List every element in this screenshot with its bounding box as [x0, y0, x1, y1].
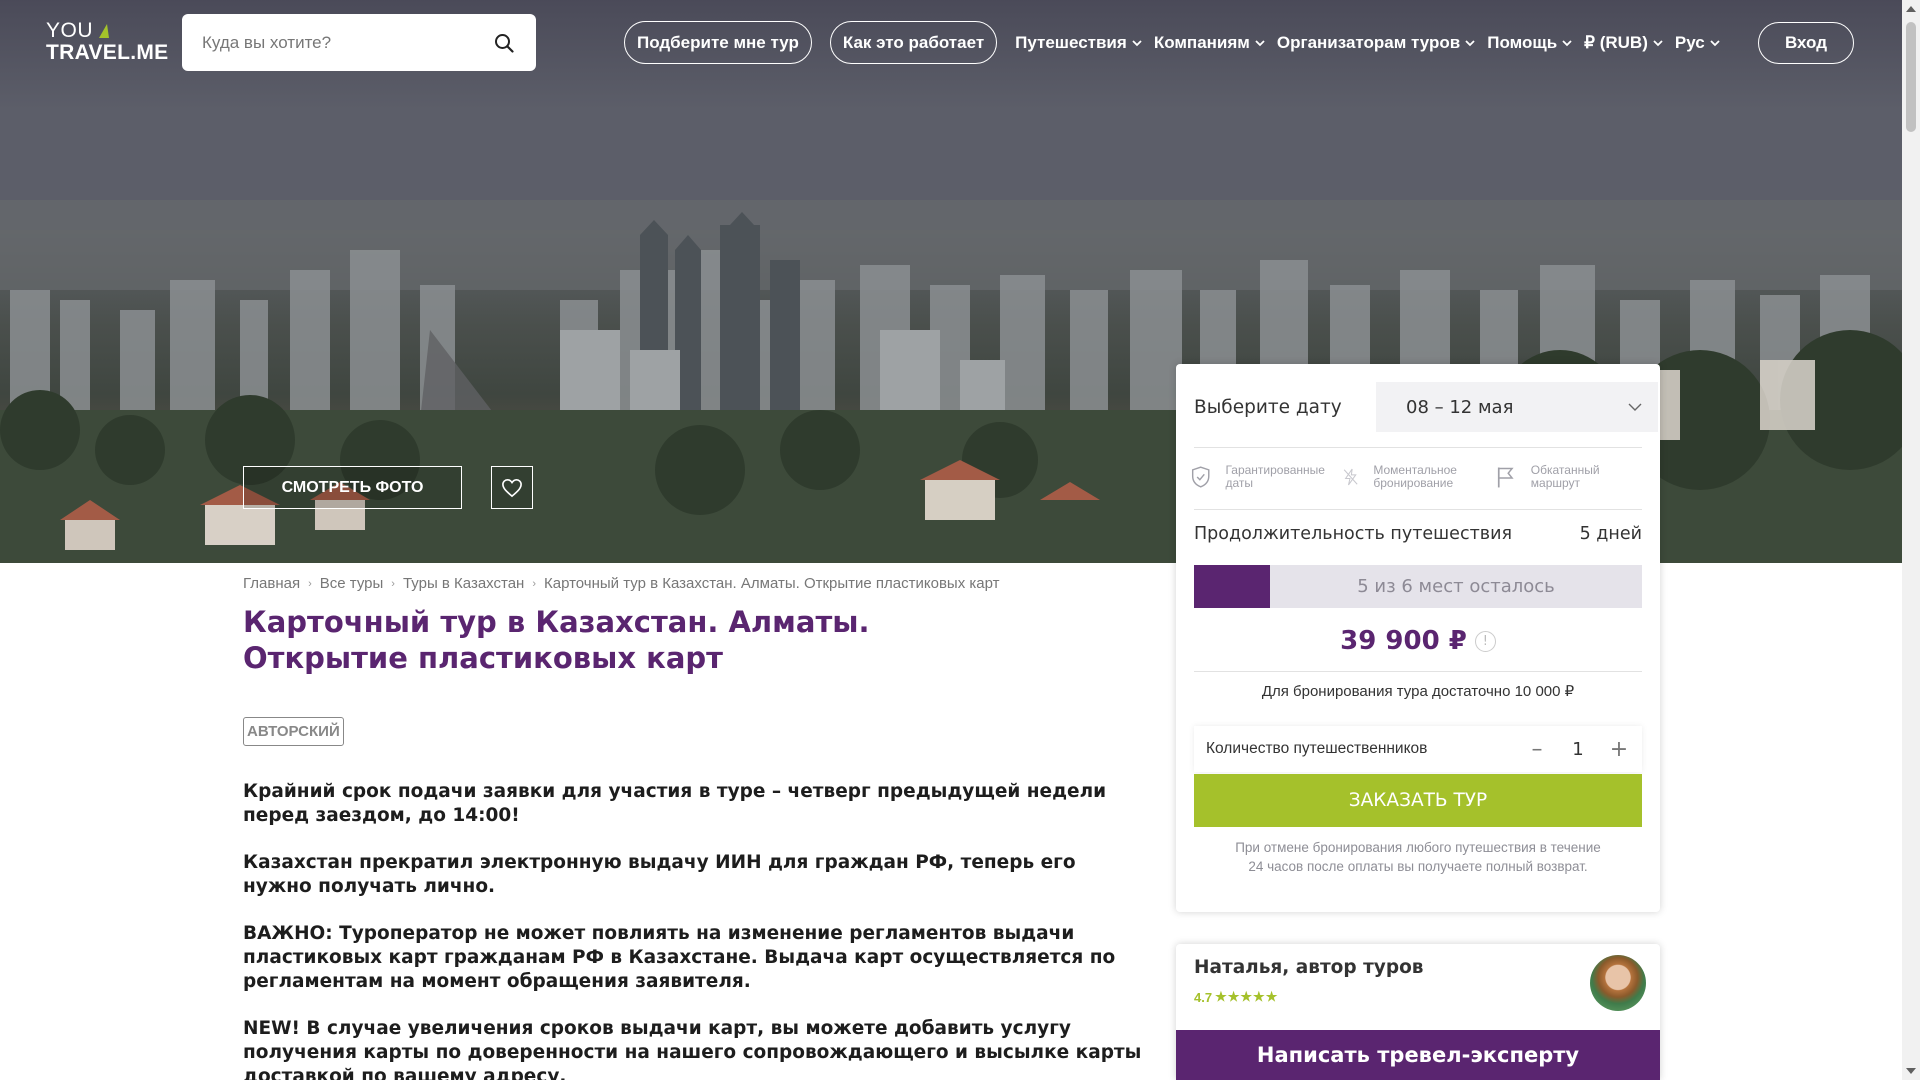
nav-travel-label: Путешествия [1015, 32, 1127, 52]
description-paragraph: Крайний срок подачи заявки для участия в… [243, 781, 1107, 826]
chevron-down-icon [1653, 39, 1663, 46]
scroll-down-icon[interactable] [1906, 1068, 1916, 1074]
scroll-up-icon[interactable] [1906, 6, 1916, 12]
logo-text-top: YOU [46, 19, 94, 42]
avatar[interactable] [1590, 955, 1646, 1011]
travelers-count[interactable]: 1 [1548, 739, 1608, 760]
seats-progress-bar: 5 из 6 мест осталось [1194, 565, 1642, 608]
chevron-down-icon [1628, 403, 1642, 411]
author-rating-value: 4.7 [1194, 989, 1213, 1005]
info-icon[interactable]: ! [1474, 630, 1496, 652]
tour-type-badge: АВТОРСКИЙ [243, 717, 344, 746]
divider [1194, 671, 1642, 672]
language-dropdown[interactable]: Рус [1675, 33, 1720, 53]
page-scrollbar[interactable] [1902, 0, 1920, 1080]
shield-check-icon [1191, 466, 1210, 488]
refund-note: При отмене бронирования любого путешеств… [1235, 840, 1601, 874]
heart-icon [502, 478, 522, 497]
increase-travelers-button[interactable]: + [1608, 737, 1630, 762]
write-expert-button[interactable]: Написать тревел-эксперту [1176, 1030, 1660, 1080]
tour-features: Гарантированные даты Моментальное бронир… [1190, 464, 1646, 490]
pick-tour-button[interactable]: Подберите мне тур [624, 21, 812, 64]
breadcrumb: Главная › Все туры › Туры в Казахстан › Кар… [243, 575, 1000, 592]
nav-companies-dropdown[interactable]: Компаниям [1154, 33, 1265, 53]
nav-help-label: Помощь [1487, 32, 1558, 52]
flag-icon [1497, 467, 1514, 488]
feature-label: Моментальное бронирование [1373, 463, 1457, 490]
chevron-down-icon [1465, 39, 1475, 46]
order-tour-button[interactable]: ЗАКАЗАТЬ ТУР [1194, 774, 1642, 827]
date-row: Выберите дату 08 – 12 мая [1194, 382, 1658, 432]
duration-row: Продолжительность путешествия 5 дней [1194, 524, 1642, 544]
author-card: Наталья, автор туров 4.7 ★★★★★ Написать … [1176, 944, 1660, 1080]
breadcrumb-current: Карточный тур в Казахстан. Алматы. Откры… [544, 575, 1000, 592]
page-title: Карточный тур в Казахстан. Алматы. Откры… [243, 605, 870, 675]
chevron-down-icon [1710, 39, 1720, 46]
feature-instant-booking: Моментальное бронирование [1342, 464, 1494, 490]
view-photos-button[interactable]: СМОТРЕТЬ ФОТО [243, 466, 462, 509]
nav-organizers-label: Организаторам туров [1276, 32, 1461, 52]
nav-help-dropdown[interactable]: Помощь [1487, 33, 1572, 53]
star-rating-icon: ★★★★★ [1215, 989, 1279, 1004]
feature-label: Обкатанный маршрут [1530, 463, 1600, 490]
description-paragraph: ВАЖНО: Туроператор не может повлиять на … [243, 923, 1116, 992]
breadcrumb-kazakhstan[interactable]: Туры в Казахстан [403, 575, 524, 592]
nav-organizers-dropdown[interactable]: Организаторам туров [1277, 33, 1475, 53]
duration-label: Продолжительность путешествия [1194, 524, 1512, 544]
nav-companies-label: Компаниям [1153, 32, 1250, 52]
date-select[interactable]: 08 – 12 мая [1376, 382, 1658, 432]
divider [1194, 509, 1642, 510]
breadcrumb-separator-icon: › [532, 577, 536, 590]
breadcrumb-all-tours[interactable]: Все туры [320, 575, 384, 592]
price-row: 39 900 ₽ ! [1176, 626, 1660, 656]
search-icon[interactable] [494, 33, 514, 53]
description-paragraph: Казахстан прекратил электронную выдачу И… [243, 852, 1076, 897]
decrease-travelers-button[interactable]: – [1526, 737, 1548, 762]
divider [1194, 447, 1642, 448]
logo-triangle-icon [99, 24, 110, 38]
travelers-label: Количество путешественников [1206, 740, 1428, 757]
travelers-stepper: Количество путешественников – 1 + [1194, 726, 1642, 772]
author-rating: 4.7 ★★★★★ [1194, 989, 1278, 1005]
breadcrumb-home[interactable]: Главная [243, 575, 300, 592]
search-input[interactable] [202, 32, 482, 53]
favorite-button[interactable] [491, 466, 533, 509]
seats-remaining-text: 5 из 6 мест осталось [1357, 576, 1555, 597]
booking-card: Выберите дату 08 – 12 мая Гарантированны… [1176, 364, 1660, 912]
seats-progress-fill [1194, 565, 1271, 608]
chevron-down-icon [1255, 39, 1265, 46]
author-name[interactable]: Наталья, автор туров [1194, 957, 1424, 978]
lightning-icon [1343, 468, 1358, 486]
scrollbar-thumb[interactable] [1906, 22, 1916, 132]
how-it-works-button[interactable]: Как это работает [829, 21, 998, 64]
chevron-down-icon [1562, 39, 1572, 46]
main-nav: Подберите мне тур Как это работает Путеш… [624, 21, 1732, 64]
search-box[interactable] [182, 14, 536, 71]
date-value: 08 – 12 мая [1406, 396, 1514, 418]
tour-description: Крайний срок подачи заявки для участия в… [243, 780, 1143, 1080]
site-logo[interactable]: YOU TRAVEL.ME [46, 20, 168, 64]
breadcrumb-separator-icon: › [308, 577, 312, 590]
login-button[interactable]: Вход [1758, 22, 1854, 64]
description-paragraph: NEW! В случае увеличения сроков выдачи к… [243, 1018, 1142, 1080]
feature-guaranteed-dates: Гарантированные даты [1190, 464, 1342, 490]
duration-value: 5 дней [1579, 524, 1642, 544]
tour-price: 39 900 ₽ [1340, 626, 1467, 656]
nav-travel-dropdown[interactable]: Путешествия [1015, 33, 1142, 53]
feature-label: Гарантированные даты [1225, 463, 1325, 490]
chevron-down-icon [1132, 39, 1142, 46]
language-label: Рус [1674, 32, 1705, 52]
currency-dropdown[interactable]: ₽ (RUB) [1584, 33, 1663, 53]
feature-tested-route: Обкатанный маршрут [1494, 464, 1646, 490]
prepay-note: Для бронирования тура достаточно 10 000 … [1261, 683, 1575, 700]
date-label: Выберите дату [1194, 396, 1342, 418]
breadcrumb-separator-icon: › [391, 577, 395, 590]
logo-text-bottom: TRAVEL.ME [46, 41, 169, 64]
currency-label: ₽ (RUB) [1584, 32, 1648, 52]
